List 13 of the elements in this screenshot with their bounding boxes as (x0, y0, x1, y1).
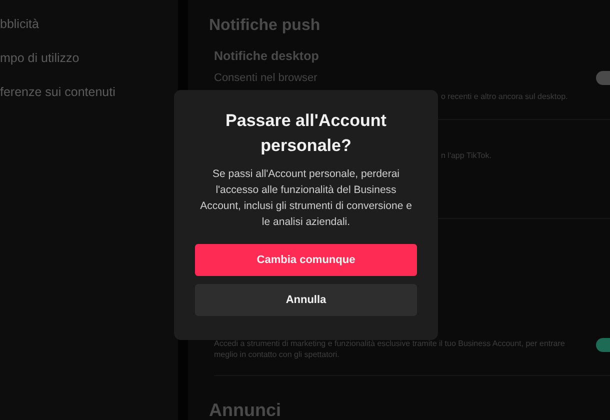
toggle-switch[interactable] (596, 338, 610, 352)
confirm-button[interactable]: Cambia comunque (195, 244, 417, 276)
section-heading: Notifiche push (209, 16, 322, 36)
toggle-switch[interactable] (596, 71, 610, 85)
sidebar-item[interactable]: ferenze sui contenuti (0, 84, 178, 101)
sidebar-item[interactable]: mpo di utilizzo (0, 50, 178, 67)
sidebar-item[interactable]: bblicità (0, 16, 178, 33)
dialog-title: Passare all'Account personale? (224, 110, 388, 157)
cancel-button[interactable]: Annulla (195, 284, 417, 316)
dialog-message: Se passi all'Account personale, perderai l'accesso alle funzionalità del Business Account, inclusi gli strumenti di conversione e le analisi aziendali. (199, 167, 413, 230)
setting-label: Consenti nel browser (214, 72, 318, 84)
section-heading: Annunci (209, 400, 282, 420)
subsection-heading: Notifiche desktop (214, 48, 320, 64)
